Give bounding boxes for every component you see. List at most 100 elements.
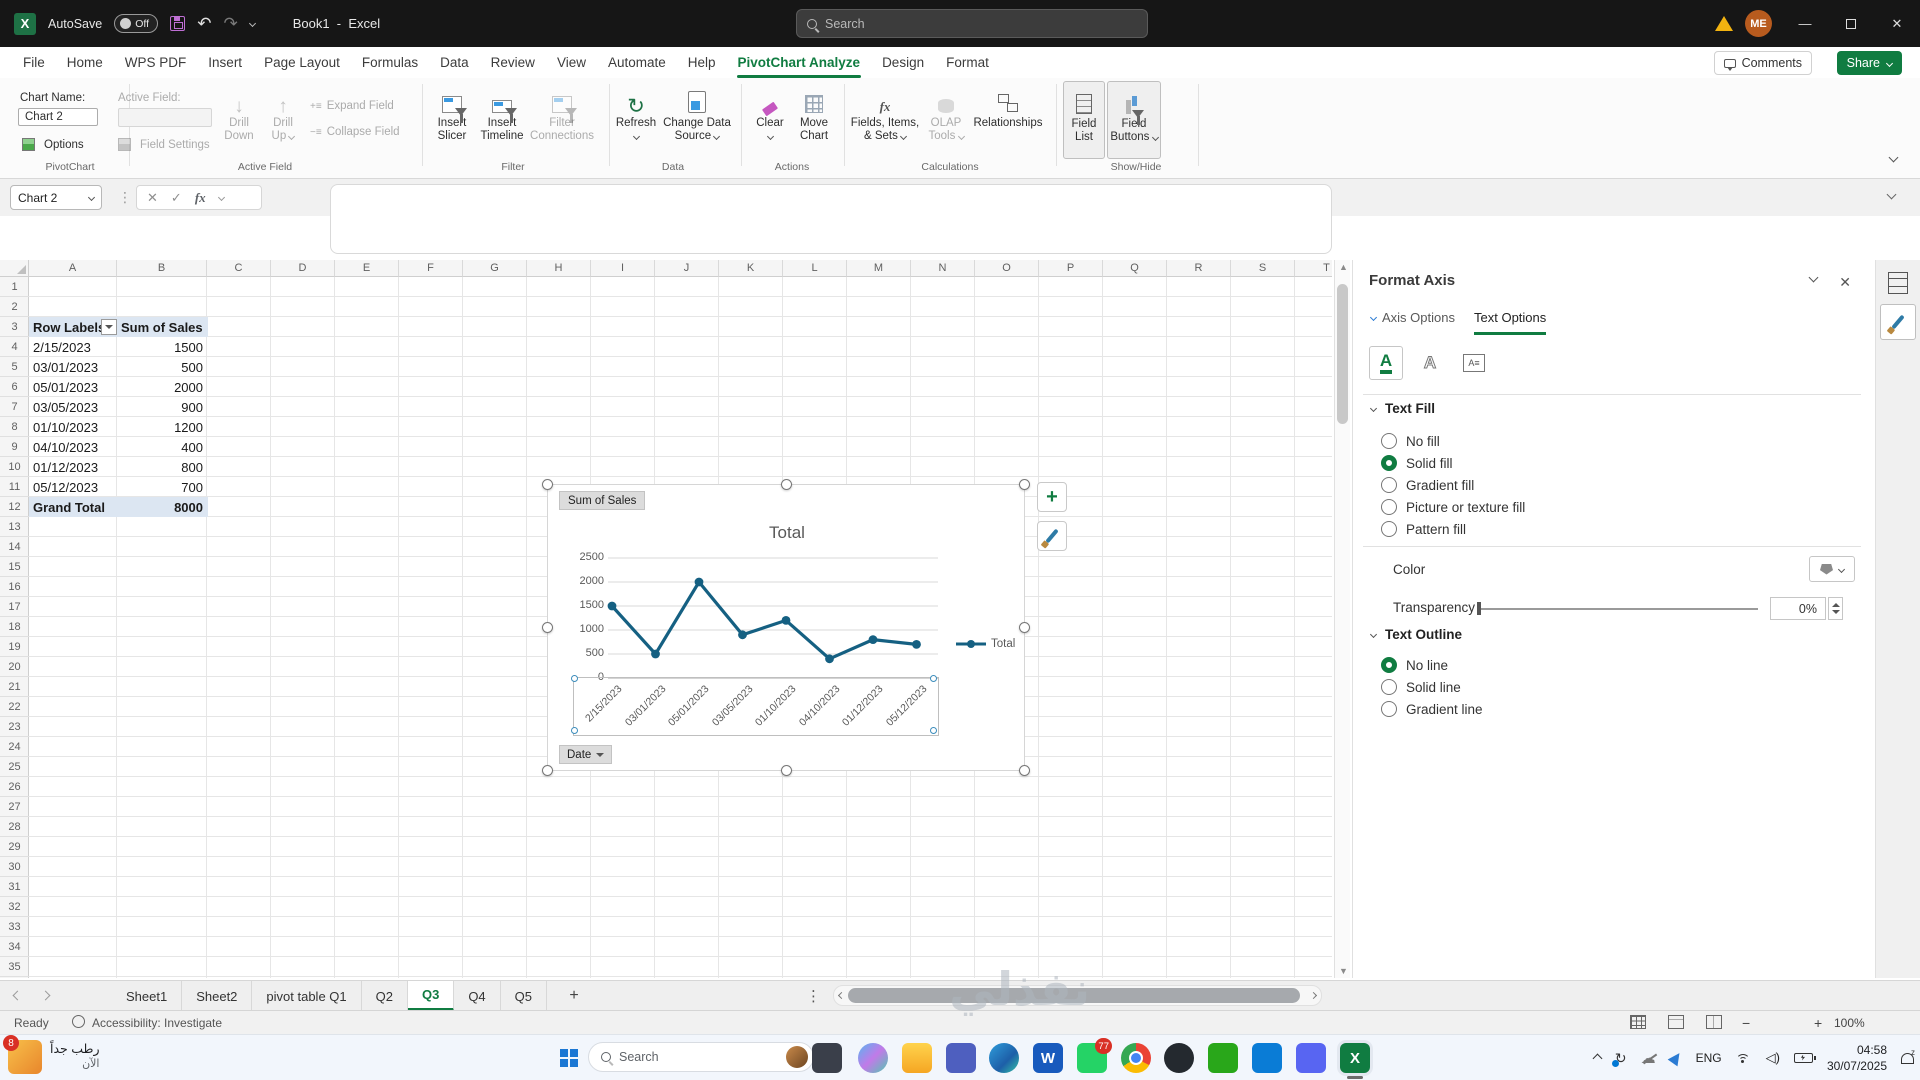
transparency-value[interactable]: 0% (1770, 597, 1826, 620)
chart-resize-handle[interactable] (1019, 765, 1030, 776)
row-header-1[interactable]: 1 (0, 277, 29, 297)
pivot-row-value[interactable]: 800 (117, 457, 203, 477)
close-button[interactable]: ✕ (1874, 0, 1920, 47)
wifi-icon[interactable] (1735, 1053, 1752, 1064)
menu-tab-formulas[interactable]: Formulas (351, 47, 429, 78)
sheet-tab-q4[interactable]: Q4 (454, 981, 501, 1011)
save-icon[interactable] (170, 16, 186, 31)
radio-solid-line[interactable]: Solid line (1381, 677, 1461, 697)
text-effects-button[interactable]: A (1413, 346, 1447, 380)
chart-elements-button[interactable]: + (1037, 482, 1067, 512)
excel-app-icon[interactable]: X (1340, 1043, 1370, 1073)
file-explorer-icon[interactable] (902, 1043, 932, 1073)
zoom-in-icon[interactable]: + (1814, 1015, 1822, 1031)
relationships-button[interactable]: Relationships (965, 83, 1051, 130)
taskbar-search[interactable]: Search (588, 1042, 814, 1072)
grand-total-value[interactable]: 8000 (117, 497, 203, 517)
move-chart-button[interactable]: Move Chart (784, 83, 844, 143)
axis-selection-handle[interactable] (930, 675, 937, 682)
row-header-21[interactable]: 21 (0, 677, 29, 697)
row-header-33[interactable]: 33 (0, 917, 29, 937)
chart-resize-handle[interactable] (1019, 622, 1030, 633)
row-header-2[interactable]: 2 (0, 297, 29, 317)
column-header-I[interactable]: I (591, 260, 655, 277)
column-header-O[interactable]: O (975, 260, 1039, 277)
text-outline-section[interactable]: Text Outline (1369, 627, 1462, 642)
start-button[interactable] (560, 1049, 578, 1067)
fields-items-sets-button[interactable]: fx Fields, Items, & Sets (844, 83, 926, 143)
row-header-23[interactable]: 23 (0, 717, 29, 737)
row-header-11[interactable]: 11 (0, 477, 29, 497)
menu-tab-data[interactable]: Data (429, 47, 480, 78)
sheet-tab-sheet2[interactable]: Sheet2 (182, 981, 253, 1011)
sheet-tab-q3[interactable]: Q3 (407, 981, 455, 1011)
zoom-out-icon[interactable]: − (1742, 1015, 1750, 1031)
row-header-15[interactable]: 15 (0, 557, 29, 577)
horizontal-scrollbar[interactable] (833, 985, 1322, 1006)
fields-pane-icon[interactable] (1888, 272, 1908, 294)
clock[interactable]: 04:58 30/07/2025 (1827, 1042, 1887, 1074)
row-header-7[interactable]: 7 (0, 397, 29, 417)
chart-resize-handle[interactable] (542, 622, 553, 633)
copilot-app-icon[interactable] (858, 1043, 888, 1073)
sync-update-icon[interactable]: ↻ (1611, 1050, 1627, 1067)
edge-browser-icon[interactable] (989, 1043, 1019, 1073)
alert-icon[interactable] (1715, 16, 1733, 31)
chart-resize-handle[interactable] (542, 765, 553, 776)
menu-tab-home[interactable]: Home (56, 47, 114, 78)
sheet-tab-sheet1[interactable]: Sheet1 (112, 981, 183, 1011)
row-header-14[interactable]: 14 (0, 537, 29, 557)
pivot-row-value[interactable]: 400 (117, 437, 203, 457)
undo-icon[interactable]: ↶ (197, 15, 211, 32)
pivot-header-row-labels[interactable]: Row Labels (33, 317, 105, 337)
pivot-chart[interactable]: Sum of Sales Total 2500 2000 1500 1000 500 0 … (542, 479, 1030, 776)
tray-expand-icon[interactable] (1592, 1053, 1603, 1063)
pivot-row-date[interactable]: 03/01/2023 (33, 357, 98, 377)
sheet-tab-q5[interactable]: Q5 (501, 981, 547, 1011)
horizontal-scroll-thumb[interactable] (848, 988, 1300, 1003)
chrome-browser-icon[interactable] (1121, 1043, 1151, 1073)
column-header-H[interactable]: H (527, 260, 591, 277)
pivot-row-date[interactable]: 05/01/2023 (33, 377, 98, 397)
scroll-left-icon[interactable] (837, 991, 846, 1000)
sheet-tab-q2[interactable]: Q2 (362, 981, 408, 1011)
titlebar-search-box[interactable]: Search (796, 9, 1148, 38)
chart-resize-handle[interactable] (781, 479, 792, 490)
pivot-row-value[interactable]: 2000 (117, 377, 203, 397)
column-header-B[interactable]: B (117, 260, 207, 277)
menu-tab-review[interactable]: Review (480, 47, 546, 78)
pane-close-icon[interactable]: ✕ (1839, 274, 1851, 291)
next-sheet-icon[interactable] (40, 990, 51, 1001)
vertical-scroll-thumb[interactable] (1337, 284, 1348, 424)
radio-no-fill[interactable]: No fill (1381, 431, 1440, 451)
transparency-stepper[interactable] (1828, 597, 1843, 620)
insert-function-icon[interactable]: fx (195, 190, 206, 206)
row-header-17[interactable]: 17 (0, 597, 29, 617)
axis-field-button[interactable]: Date (559, 745, 613, 764)
pivot-row-value[interactable]: 1200 (117, 417, 203, 437)
row-header-9[interactable]: 9 (0, 437, 29, 457)
notification-bell-icon[interactable] (1901, 1048, 1915, 1064)
row-header-26[interactable]: 26 (0, 777, 29, 797)
snip-app-icon[interactable] (812, 1043, 842, 1073)
volume-icon[interactable]: ◁) (1766, 1050, 1780, 1066)
chart-title[interactable]: Total (548, 523, 1026, 543)
cancel-icon[interactable]: ✕ (147, 190, 158, 206)
row-header-20[interactable]: 20 (0, 657, 29, 677)
column-header-L[interactable]: L (783, 260, 847, 277)
options-button[interactable]: Options (22, 138, 84, 151)
select-all-corner[interactable] (0, 260, 29, 277)
pivot-row-date[interactable]: 03/05/2023 (33, 397, 98, 417)
scroll-up-icon[interactable]: ▲ (1339, 262, 1348, 272)
zoom-level[interactable]: 100% (1834, 1016, 1865, 1030)
menu-tab-wps-pdf[interactable]: WPS PDF (114, 47, 198, 78)
word-app-icon[interactable]: W (1033, 1043, 1063, 1073)
prev-sheet-icon[interactable] (12, 990, 23, 1001)
chart-resize-handle[interactable] (542, 479, 553, 490)
insert-timeline-button[interactable]: Insert Timeline (472, 83, 532, 143)
pivot-row-value[interactable]: 500 (117, 357, 203, 377)
text-color-button[interactable] (1809, 556, 1855, 582)
drag-dots-icon[interactable]: ⋮ (118, 189, 132, 206)
menu-tab-view[interactable]: View (546, 47, 597, 78)
column-header-G[interactable]: G (463, 260, 527, 277)
